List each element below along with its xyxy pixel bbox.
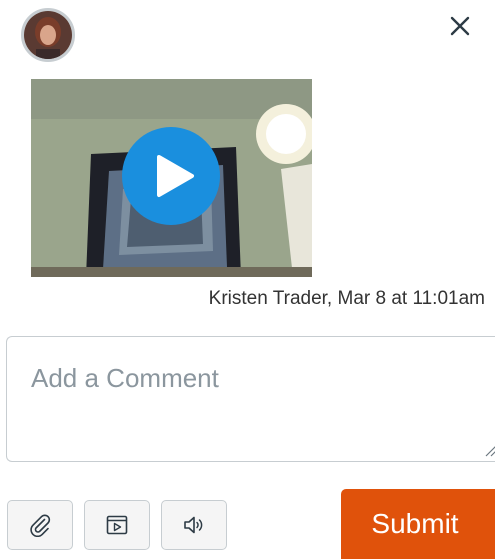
submit-button[interactable]: Submit: [341, 489, 495, 559]
comment-panel: Kristen Trader, Mar 8 at 11:01am Submit: [0, 0, 495, 559]
audio-comment-button[interactable]: [161, 500, 227, 550]
play-icon: [157, 155, 194, 197]
speaker-icon: [184, 516, 203, 534]
media-caption: Kristen Trader, Mar 8 at 11:01am: [208, 288, 485, 309]
resize-grip-icon[interactable]: [483, 443, 495, 457]
close-icon: [450, 16, 470, 36]
media-comment-button[interactable]: [84, 500, 150, 550]
close-button[interactable]: [444, 10, 476, 42]
video-icon: [106, 515, 128, 535]
attach-file-button[interactable]: [7, 500, 73, 550]
video-thumbnail[interactable]: [31, 79, 312, 277]
play-button[interactable]: [122, 127, 220, 225]
comment-box: [6, 336, 495, 462]
comment-input[interactable]: [7, 337, 495, 461]
avatar: [21, 8, 75, 62]
user-avatar-icon: [24, 11, 72, 59]
paperclip-icon: [30, 514, 51, 537]
